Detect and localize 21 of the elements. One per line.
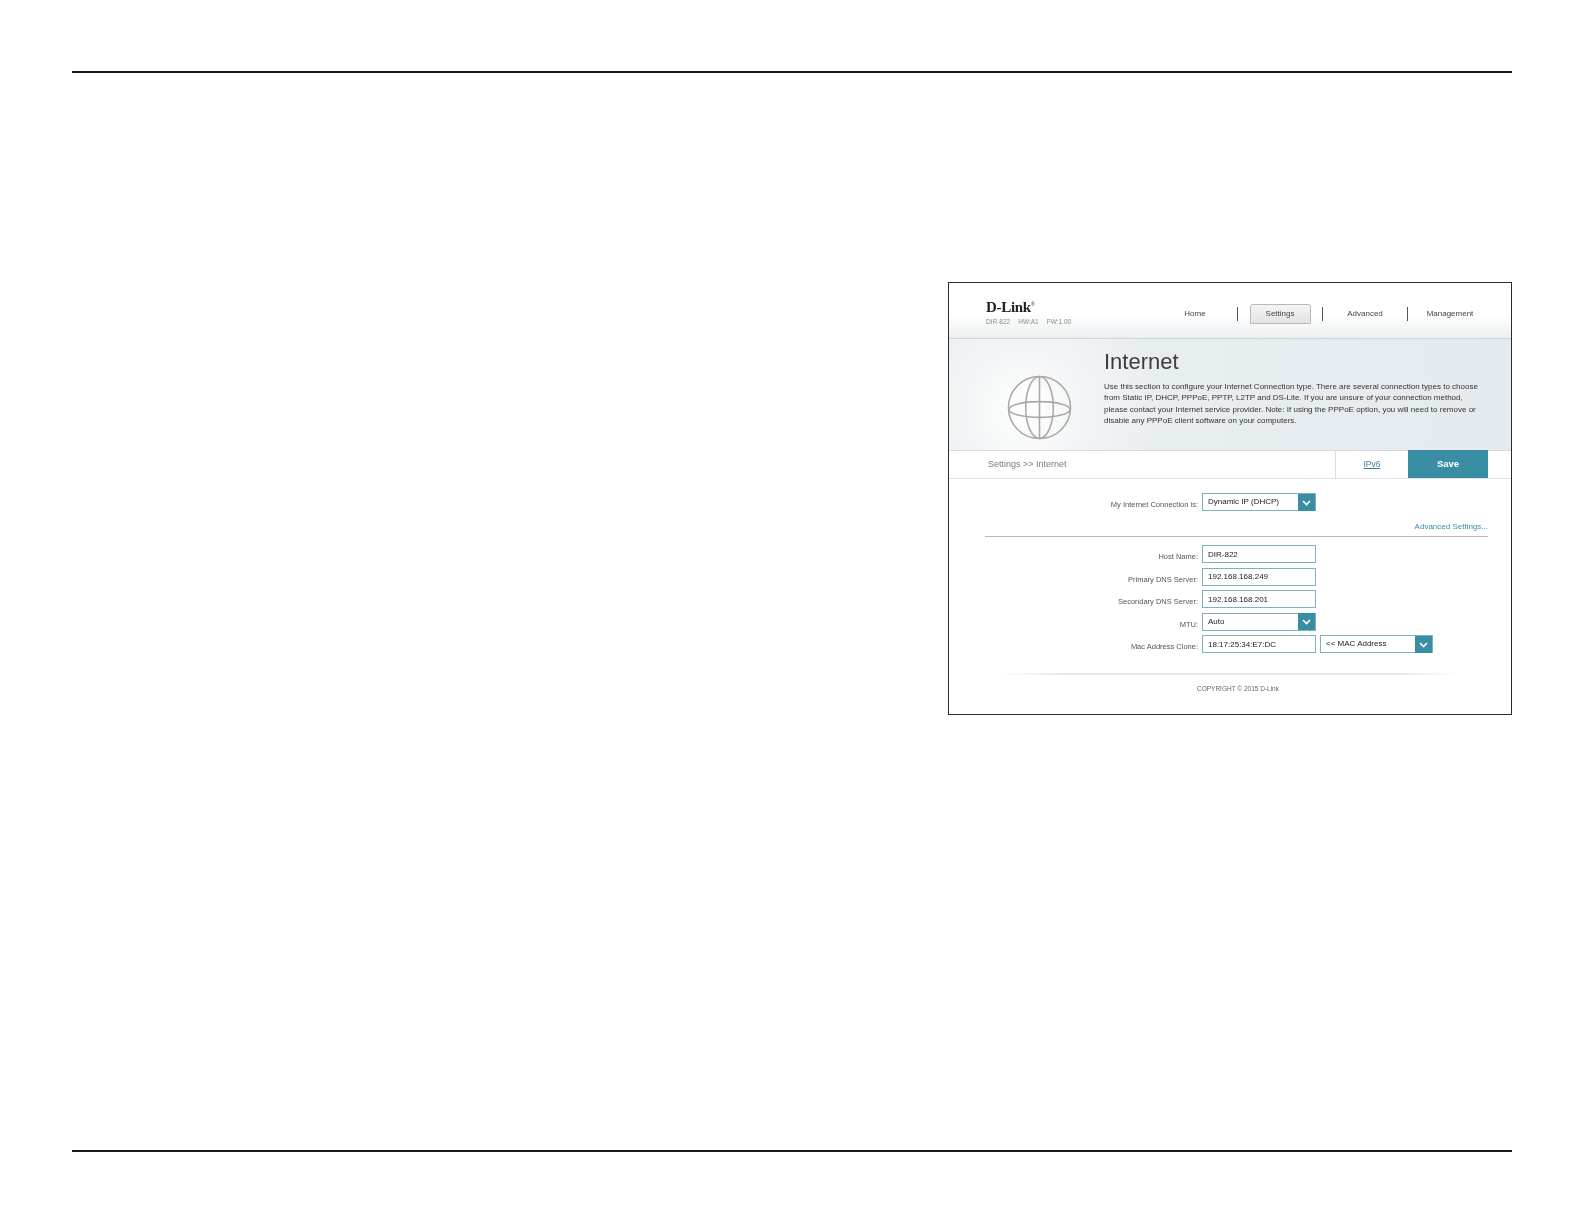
globe-icon	[1007, 375, 1072, 440]
nav-tab[interactable]: Settings	[1249, 304, 1311, 324]
brand-logo: D-Link$^{®}$	[986, 300, 1036, 315]
nav-tab[interactable]: Home	[1164, 304, 1226, 324]
chevron-down-icon	[1298, 493, 1315, 511]
chevron-down-icon	[1415, 635, 1432, 653]
save-button[interactable]: Save	[1408, 450, 1488, 478]
nav-tab[interactable]: Advanced	[1334, 304, 1396, 324]
dropdown-select[interactable]: << MAC Address	[1320, 635, 1433, 654]
dropdown-select[interactable]: Auto	[1202, 612, 1316, 631]
chevron-down-icon	[1298, 613, 1315, 631]
page-description: Use this section to configure your Internet Connection type. There are several connection types to choose from Static IP, DHCP, PPPoE, PPTP, L2TP and DS-Lite. If you are unsure of your connection method, please contact your Internet service provider. Note: If using the PPPoE option, you will need to remove or disable any PPPoE client software on your computers.	[1104, 381, 1479, 427]
nav-tab[interactable]: Management	[1419, 304, 1481, 324]
text-field[interactable]: DIR-822	[1202, 545, 1316, 563]
breadcrumb-text: Settings >> Internet	[987, 457, 1068, 471]
dropdown-select[interactable]: Dynamic IP (DHCP)	[1202, 493, 1316, 511]
text-field[interactable]: 192.168.168.201	[1202, 590, 1316, 609]
text-field[interactable]: 18:17:25:34:E7:DC	[1202, 635, 1316, 654]
advanced-settings-link[interactable]: Advanced Settings...	[1414, 521, 1488, 532]
text-field[interactable]: 192.168.168.249	[1202, 567, 1316, 586]
page-title: Internet	[1104, 349, 1180, 375]
